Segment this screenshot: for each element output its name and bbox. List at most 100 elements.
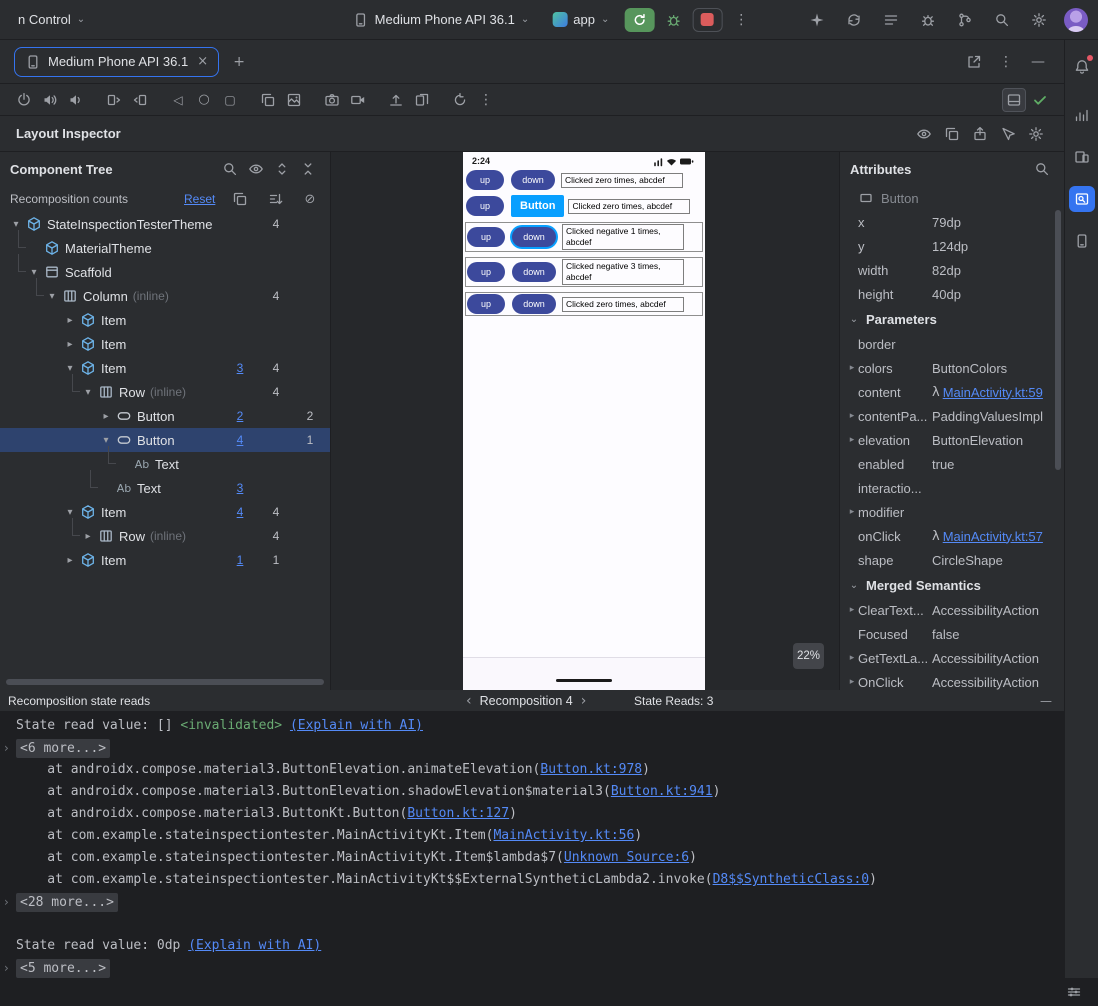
chevron-right-icon[interactable]: ▸ [846,653,858,663]
recomposition-count-link[interactable]: 1 [230,553,250,567]
problems-button[interactable] [916,8,940,32]
chevron-right-icon[interactable]: ▸ [846,411,858,421]
tab-more-options-button[interactable]: ⋮ [994,50,1018,74]
device-more-options-button[interactable]: ⋮ [474,88,498,112]
android-overview-button[interactable]: ▢ [218,88,242,112]
fold-chevron-icon[interactable]: › [4,737,14,759]
unfold-device-button[interactable] [128,88,152,112]
run-more-options-button[interactable]: ⋮ [729,8,753,32]
console-link[interactable]: Button.kt:941 [611,784,713,799]
next-recomposition-button[interactable]: › [581,693,587,709]
tree-node-row-7[interactable]: ▾ Row (inline) 4 [0,374,330,404]
tree-node-button-8[interactable]: ▸ Button 2 2 [0,404,330,428]
tree-node-text-11[interactable]: Ab Text 3 [0,470,330,500]
chevron-right-icon[interactable]: ▸ [62,555,78,566]
window-stack-button[interactable] [256,88,280,112]
tree-node-item-12[interactable]: ▾ Item 4 4 [0,500,330,524]
running-devices-tool-button[interactable] [1065,224,1098,258]
chevron-right-icon[interactable]: ▸ [98,411,114,422]
search-everywhere-button[interactable] [990,8,1014,32]
expand-all-button[interactable] [270,157,294,181]
child-count-column-icon[interactable] [266,191,286,207]
skip-count-column-icon[interactable]: ⊘ [300,192,320,207]
chevron-down-icon[interactable]: ▾ [98,435,114,446]
tree-node-item-14[interactable]: ▸ Item 1 1 [0,548,330,572]
fold-chevron-icon[interactable]: › [4,957,14,978]
recomposition-count-link[interactable]: 4 [230,505,250,519]
vcs-widget[interactable]: n Control ⌄ [10,6,93,34]
previous-recomposition-button[interactable]: ‹ [466,693,472,709]
tree-horizontal-scrollbar[interactable] [6,679,324,685]
down-button[interactable]: down [512,294,556,314]
sync-project-button[interactable] [842,8,866,32]
attributes-section-merged-semantics[interactable]: ⌄ Merged Semantics [840,572,1064,598]
camera-button[interactable] [320,88,344,112]
chevron-down-icon[interactable]: ▾ [26,267,42,278]
volume-down-button[interactable] [64,88,88,112]
chevron-down-icon[interactable]: ▾ [62,363,78,374]
device-screen[interactable]: 2:24 up down Clicked zero times, abcdef up B… [463,152,705,690]
new-tab-button[interactable]: + [227,50,251,74]
down-button[interactable]: down [511,170,555,190]
tree-node-stateinspectiontestertheme-0[interactable]: ▾ StateInspectionTesterTheme 4 [0,212,330,236]
tree-node-item-5[interactable]: ▸ Item [0,332,330,356]
debug-button[interactable] [661,8,685,32]
chevron-down-icon[interactable]: ▾ [8,219,24,230]
chevron-right-icon[interactable]: ▸ [62,339,78,350]
android-back-button[interactable]: ◁ [166,88,190,112]
todo-list-button[interactable] [879,8,903,32]
tab-medium-phone[interactable]: Medium Phone API 36.1 × [14,46,220,77]
chevron-right-icon[interactable]: ▸ [846,677,858,687]
tree-search-button[interactable] [218,157,242,181]
stop-button[interactable] [692,7,723,32]
apply-check-button[interactable] [1028,88,1052,112]
fold-device-button[interactable] [102,88,126,112]
hide-panel-button[interactable]: — [1026,50,1050,74]
export-button[interactable] [968,122,992,146]
vcs-branch-button[interactable] [953,8,977,32]
snapshot-button[interactable] [940,122,964,146]
tree-node-item-4[interactable]: ▸ Item [0,308,330,332]
home-indicator[interactable] [556,679,612,682]
pick-element-button[interactable] [996,122,1020,146]
settings-button[interactable] [1027,8,1051,32]
tree-node-materialtheme-1[interactable]: MaterialTheme [0,230,330,260]
tree-node-button-9[interactable]: ▾ Button 4 1 [0,428,330,452]
volume-up-button[interactable] [38,88,62,112]
hardware-input-toggle[interactable] [1002,87,1026,112]
tree-node-item-6[interactable]: ▾ Item 3 4 [0,356,330,380]
up-button[interactable]: up [466,170,504,190]
power-button[interactable] [12,88,36,112]
down-button[interactable]: down [512,262,556,282]
chevron-right-icon[interactable]: ▸ [62,315,78,326]
run-config-selector[interactable]: app ⌄ [544,6,617,34]
down-button[interactable]: down [512,227,556,247]
collapsed-frames[interactable]: <6 more...> [16,739,111,758]
hide-console-button[interactable]: — [1040,694,1052,708]
chevron-right-icon[interactable]: ▸ [846,507,858,517]
attribute-value-link[interactable]: MainActivity.kt:59 [943,385,1043,400]
attribute-value-link[interactable]: MainActivity.kt:57 [943,529,1043,544]
chevron-right-icon[interactable]: ▸ [80,531,96,542]
close-tab-icon[interactable]: × [197,54,208,69]
tree-node-scaffold-2[interactable]: ▾ Scaffold [0,254,330,284]
console-link[interactable]: Unknown Source:6 [564,850,689,865]
collapse-all-button[interactable] [296,157,320,181]
up-button[interactable]: up [467,262,505,282]
fold-chevron-icon[interactable]: › [4,891,14,913]
console-link[interactable]: Button.kt:978 [540,762,642,777]
collapsed-frames[interactable]: <28 more...> [16,893,118,912]
console-link[interactable]: MainActivity.kt:56 [493,828,634,843]
console-link[interactable]: (Explain with AI) [290,718,423,733]
reset-counts-link[interactable]: Reset [184,192,215,206]
mirror-display-button[interactable] [410,88,434,112]
up-button[interactable]: up [466,196,504,216]
attributes-search-button[interactable] [1030,157,1054,181]
attributes-section-parameters[interactable]: ⌄ Parameters [840,306,1064,332]
console-link[interactable]: (Explain with AI) [188,938,321,953]
device-selector[interactable]: Medium Phone API 36.1 ⌄ [345,6,538,34]
tree-node-row-13[interactable]: ▸ Row (inline) 4 [0,518,330,548]
recomposition-count-link[interactable]: 3 [230,361,250,375]
collapsed-frames[interactable]: <5 more...> [16,959,111,978]
recomposition-count-link[interactable]: 3 [230,481,250,495]
